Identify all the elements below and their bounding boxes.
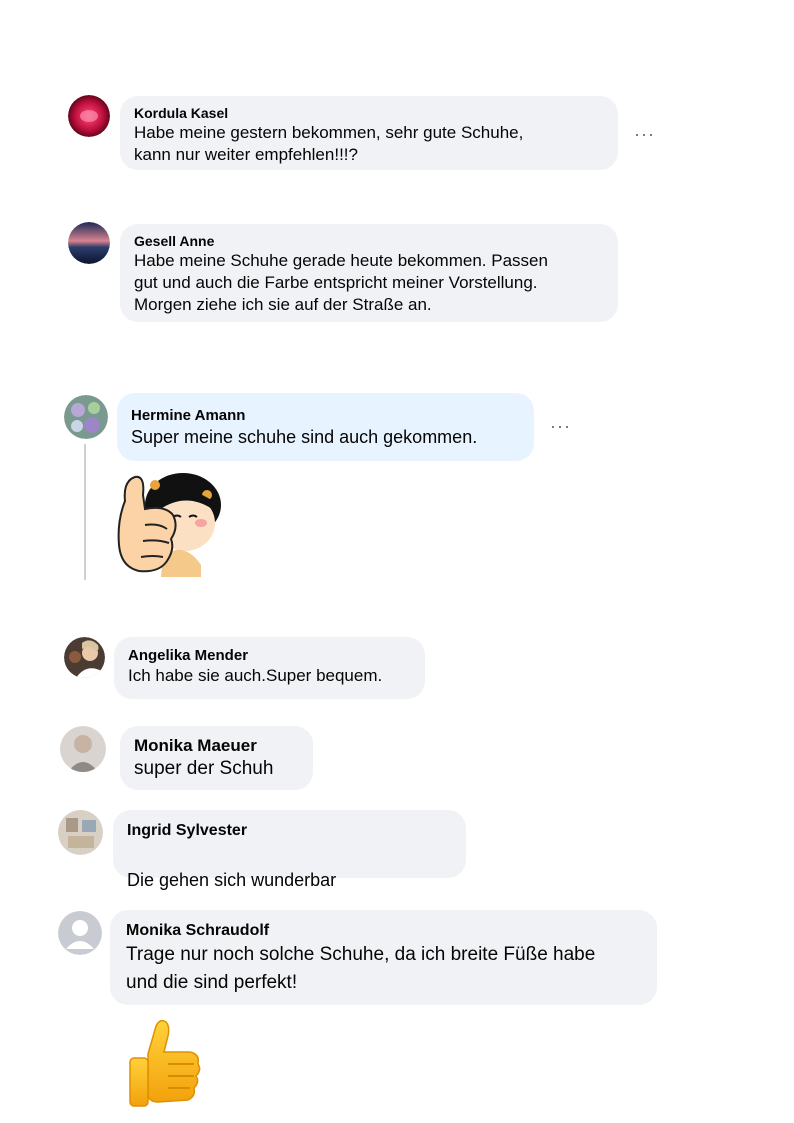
commenter-name[interactable]: Gesell Anne bbox=[134, 233, 604, 250]
avatar-gesell-anne[interactable] bbox=[68, 222, 110, 264]
comment-bubble: Gesell Anne Habe meine Schuhe gerade heu… bbox=[120, 224, 618, 322]
comment-bubble: Angelika Mender Ich habe sie auch.Super … bbox=[114, 637, 425, 699]
avatar-hermine-amann[interactable] bbox=[64, 395, 108, 439]
thumbs-up-emoji bbox=[122, 1018, 206, 1114]
comment-text: Super meine schuhe sind auch gekommen. bbox=[131, 427, 478, 447]
comment-text: Habe meine gestern bekommen, sehr gute S… bbox=[134, 123, 524, 164]
avatar-monika-maeuer[interactable] bbox=[60, 726, 106, 772]
comment-text-body: Die gehen sich wunderbar bbox=[127, 870, 337, 890]
commenter-name[interactable]: Monika Maeuer bbox=[134, 736, 299, 756]
comment-bubble: Monika Schraudolf Trage nur noch solche … bbox=[110, 910, 657, 1005]
avatar-monika-schraudolf[interactable] bbox=[58, 911, 102, 955]
comment-text: Habe meine Schuhe gerade heute bekommen.… bbox=[134, 251, 548, 314]
commenter-name[interactable]: Hermine Amann bbox=[131, 406, 520, 425]
more-options-icon[interactable]: ··· bbox=[634, 124, 655, 145]
reply-thread-line bbox=[84, 444, 86, 580]
comment-text: Ich habe sie auch.Super bequem. bbox=[128, 666, 383, 685]
avatar-angelika-mender[interactable] bbox=[64, 637, 105, 678]
more-options-icon[interactable]: ··· bbox=[550, 416, 571, 437]
commenter-name[interactable]: Monika Schraudolf bbox=[126, 921, 643, 941]
comment-text: Trage nur noch solche Schuhe, da ich bre… bbox=[126, 944, 596, 993]
thumbs-up-girl-sticker bbox=[115, 465, 227, 577]
comment-bubble-highlighted: Hermine Amann Super meine schuhe sind au… bbox=[117, 393, 534, 461]
comment-bubble: Ingrid Sylvester Die gehen sich wunderba… bbox=[113, 810, 466, 938]
avatar-ingrid-sylvester[interactable] bbox=[58, 810, 103, 855]
commenter-name[interactable]: Ingrid Sylvester bbox=[127, 821, 452, 841]
avatar-kordula-kasel[interactable] bbox=[68, 95, 110, 137]
comment-text: super der Schuh bbox=[134, 758, 274, 779]
commenter-name[interactable]: Angelika Mender bbox=[128, 647, 411, 665]
comment-bubble: Monika Maeuer super der Schuh bbox=[120, 726, 313, 790]
commenter-name[interactable]: Kordula Kasel bbox=[134, 105, 604, 122]
comment-bubble: Kordula Kasel Habe meine gestern bekomme… bbox=[120, 96, 618, 170]
